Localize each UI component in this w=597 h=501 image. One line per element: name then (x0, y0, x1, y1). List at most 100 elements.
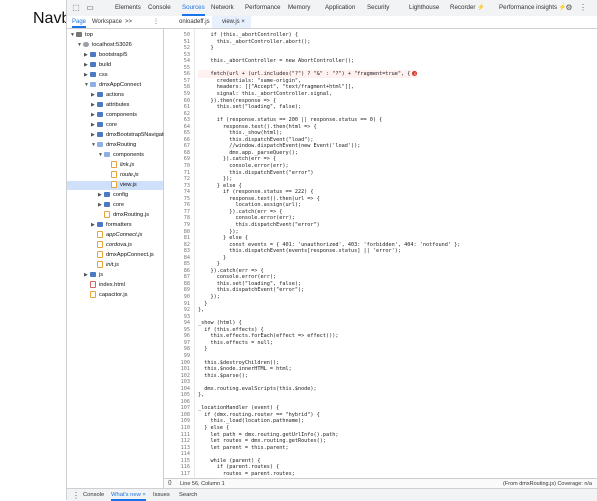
line-number[interactable]: 117 (181, 470, 190, 478)
code-text: }, (198, 392, 205, 399)
code-text: this.dispatchEvent(events[response.statu… (198, 248, 402, 255)
code-line[interactable]: this.effects = null; (198, 339, 273, 347)
navigator-menu-icon[interactable]: ⋮ (153, 16, 159, 28)
more-options-icon[interactable]: ⋮ (578, 3, 588, 13)
tab-sources[interactable]: Sources (182, 0, 205, 16)
code-line[interactable]: routes = parent.routes; (198, 470, 295, 478)
folder-icon (97, 132, 103, 137)
tree-node-label: formatters (106, 222, 132, 228)
tree-node-core[interactable]: ▶ core (67, 121, 163, 130)
tree-node-label: index.html (99, 282, 125, 288)
code-line[interactable]: this.$parse(); (198, 372, 248, 380)
tab-elements[interactable]: Elements (115, 0, 141, 16)
tree-node-link-js[interactable]: link.js (67, 161, 163, 170)
tree-node-label: dmxBootstrap5Navigation (106, 132, 172, 138)
drawer-tabbar: ⋮ Console What's new × Issues Search (67, 488, 597, 501)
inspect-element-icon[interactable]: ⬚ (71, 3, 81, 13)
tree-node-actions[interactable]: ▶ actions (67, 91, 163, 100)
tab-network[interactable]: Network (211, 0, 234, 16)
code-text: this.$parse(); (198, 372, 248, 379)
devtools-top-tabbar: ⬚ ▭ Elements Console Sources Network Perform… (67, 0, 597, 17)
tree-node-bootstrap-5[interactable]: ▶ bootstrap/5 (67, 51, 163, 60)
tab-recorder[interactable]: Recorder ⚡ (450, 0, 485, 16)
folder-icon (97, 102, 103, 107)
code-text: }, (198, 307, 205, 314)
tree-node-index-html[interactable]: index.html (67, 281, 163, 290)
code-text: this.effects = null; (198, 339, 273, 346)
tree-node-route-js[interactable]: route.js (67, 171, 163, 180)
code-text: let parent = this.parent; (198, 444, 289, 451)
tree-node-config[interactable]: ▶ config (67, 191, 163, 200)
code-line[interactable]: }, (198, 391, 204, 399)
tab-memory[interactable]: Memory (288, 0, 310, 16)
folder-icon (97, 222, 103, 227)
code-line[interactable]: }, (198, 306, 204, 314)
code-line[interactable]: dmx.routing.evalScripts(this.$node); (198, 385, 316, 393)
tree-node-build[interactable]: ▶ build (67, 61, 163, 70)
navigator-tab-workspace[interactable]: Workspace (92, 16, 122, 28)
format-icon[interactable]: {} (168, 480, 172, 486)
settings-icon[interactable]: ⚙ (564, 3, 574, 13)
code-line[interactable]: this.dispatchEvent(events[response.statu… (198, 247, 401, 255)
tree-node-label: attributes (106, 102, 130, 108)
code-line[interactable]: } (198, 44, 213, 52)
tree-node-label: components (106, 112, 137, 118)
drawer-tab-console[interactable]: Console (83, 489, 104, 501)
code-line[interactable]: this._abortController.abort(); (198, 38, 311, 46)
error-marker-icon[interactable]: x (412, 71, 418, 77)
tree-node-capacitor-js[interactable]: capacitor.js (67, 291, 163, 300)
code-line[interactable]: this.set("loading", false); (198, 103, 301, 111)
tree-node-dmxbootstrap5navigation[interactable]: ▶ dmxBootstrap5Navigation (67, 131, 171, 140)
code-line[interactable]: } (198, 345, 207, 353)
tree-node-label: config (113, 192, 129, 198)
open-file-tab-onloadeff-js[interactable]: onloadeff.js (169, 16, 216, 28)
folder-icon (97, 122, 103, 127)
tree-node-dmxrouting-js[interactable]: dmxRouting.js (67, 211, 163, 220)
tree-node-view-js[interactable]: view.js (67, 181, 163, 190)
tab-lighthouse[interactable]: Lighthouse (409, 0, 439, 16)
chevron-down-icon[interactable]: ▼ (77, 41, 83, 50)
tree-node-cordova-js[interactable]: cordova.js (67, 241, 163, 250)
code-text: this._abortController = new AbortControl… (198, 58, 355, 65)
tree-node-label: localhost:53026 (92, 42, 132, 48)
tree-node-formatters[interactable]: ▶ formatters (67, 221, 163, 230)
drawer-tab-search[interactable]: Search (179, 489, 197, 501)
navigator-tab-more[interactable]: >> (125, 16, 132, 28)
navigator-tab-page[interactable]: Page (72, 16, 87, 28)
tree-node-dmxrouting[interactable]: ▼ dmxRouting (67, 141, 163, 150)
tree-node-dmxappconnect-js[interactable]: dmxAppConnect.js (67, 251, 163, 260)
frame-icon (76, 32, 82, 37)
tab-application[interactable]: Application (325, 0, 355, 16)
tree-node-appconnect-js[interactable]: appConnect.js (67, 231, 163, 240)
tree-node-top[interactable]: ▼ top (67, 31, 163, 40)
line-number-gutter[interactable]: 50 51 52 53 54 55 56 57 58 59 60 61 62 63 64 65 66 67 68 69… (164, 29, 195, 488)
tree-node-attributes[interactable]: ▶ attributes (67, 101, 163, 110)
code-editor[interactable]: 50 51 52 53 54 55 56 57 58 59 60 61 62 63 64 65 66 67 68 69… (164, 29, 597, 488)
tree-node-components[interactable]: ▼ components (67, 151, 163, 160)
open-file-tab-view-js[interactable]: view.js × (212, 16, 251, 28)
tree-node-components[interactable]: ▶ components (67, 111, 163, 120)
tree-node-label: cordova.js (106, 242, 132, 248)
tree-node-core[interactable]: ▶ core (67, 201, 163, 210)
tree-node-js[interactable]: ▶ js (67, 271, 163, 280)
folder-icon (97, 142, 103, 147)
folder-icon (90, 52, 96, 57)
drawer-tab-issues[interactable]: Issues (153, 489, 170, 501)
file-icon (111, 161, 117, 168)
tree-node-dmxappconnect[interactable]: ▼ dmxAppConnect (67, 81, 163, 90)
tree-node-label: core (106, 122, 118, 128)
tab-security[interactable]: Security (367, 0, 389, 16)
tree-node-label: components (113, 152, 144, 158)
drawer-tab-what-s-new[interactable]: What's new × (111, 489, 146, 501)
code-line[interactable]: this._abortController = new AbortControl… (198, 57, 354, 65)
tree-node-init-js[interactable]: init.js (67, 261, 163, 270)
tree-node-label: css (99, 72, 108, 78)
file-icon (90, 291, 96, 298)
tree-node-css[interactable]: ▶ css (67, 71, 163, 80)
code-line[interactable]: let parent = this.parent; (198, 444, 289, 452)
tab-performance[interactable]: Performance (245, 0, 280, 16)
tree-node-localhost-53026[interactable]: ▼ localhost:53026 (67, 41, 163, 50)
tab-console[interactable]: Console (148, 0, 171, 16)
tab-performance-insights[interactable]: Performance insights ⚡ (499, 0, 567, 16)
device-toolbar-icon[interactable]: ▭ (85, 3, 95, 13)
